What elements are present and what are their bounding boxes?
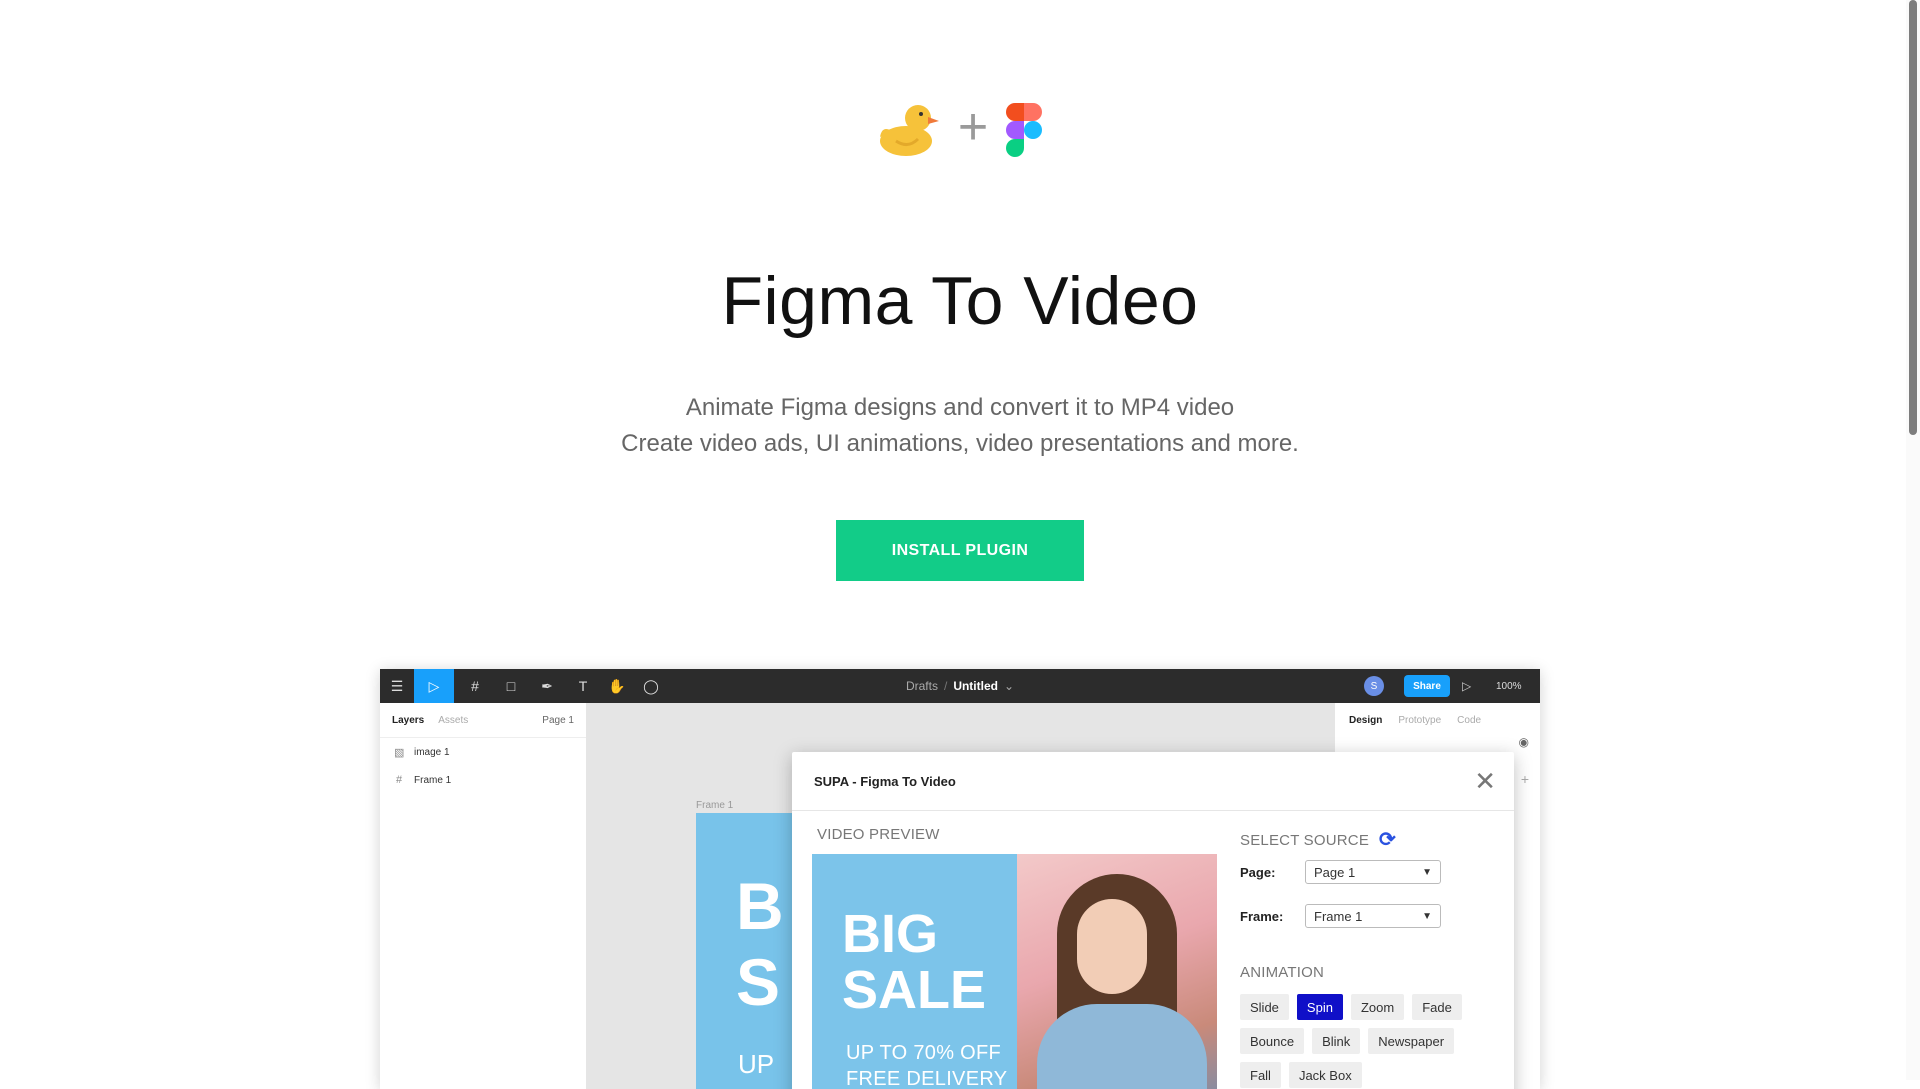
tab-code[interactable]: Code bbox=[1457, 715, 1481, 726]
frame-art-text: UP bbox=[738, 1049, 775, 1079]
preview-offer-line: UP TO 70% OFF bbox=[846, 1042, 1002, 1064]
logo-row: + bbox=[0, 98, 1920, 157]
preview-jacket bbox=[1037, 1004, 1207, 1089]
page-title: Figma To Video bbox=[721, 263, 1199, 339]
frame-select[interactable]: Frame 1 ▼ bbox=[1305, 904, 1441, 928]
plus-sign: + bbox=[957, 98, 989, 156]
animation-label: ANIMATION bbox=[1240, 964, 1325, 981]
refresh-icon[interactable]: ⟳ bbox=[1379, 830, 1396, 850]
close-icon[interactable]: ✕ bbox=[1474, 768, 1496, 794]
page-field-label: Page: bbox=[1240, 864, 1276, 880]
animation-option-zoom[interactable]: Zoom bbox=[1350, 994, 1405, 1020]
page-select[interactable]: Page 1 ▼ bbox=[1305, 860, 1441, 884]
plugin-window: SUPA - Figma To Video ✕ VIDEO PREVIEW BI… bbox=[792, 752, 1514, 1089]
layer-label: image 1 bbox=[414, 746, 450, 758]
page-scrollbar[interactable] bbox=[1906, 0, 1920, 1080]
select-source-label: SELECT SOURCE bbox=[1240, 831, 1370, 849]
figma-logo-icon bbox=[1006, 103, 1043, 157]
install-plugin-button[interactable]: INSTALL PLUGIN bbox=[836, 520, 1084, 581]
breadcrumb-separator: / bbox=[943, 679, 948, 693]
tab-design[interactable]: Design bbox=[1349, 715, 1382, 726]
tab-prototype[interactable]: Prototype bbox=[1398, 715, 1441, 726]
animation-option-bounce[interactable]: Bounce bbox=[1240, 1028, 1305, 1054]
preview-subtext: UP TO 70% OFF FREE DELIVERY bbox=[846, 1040, 1007, 1089]
frame-art-text: B bbox=[736, 869, 784, 943]
tab-assets[interactable]: Assets bbox=[438, 715, 468, 726]
frame-art-text: S bbox=[736, 945, 781, 1019]
animation-options: Slide Spin Zoom Fade Bounce Blink Newspaper Fal… bbox=[1240, 994, 1500, 1088]
figma-screenshot: ☰ ▷ # □ ✒ T ✋ ◯ Drafts / Untitled ⌄ S Sh… bbox=[380, 669, 1540, 1089]
video-preview-label: VIDEO PREVIEW bbox=[817, 826, 940, 843]
frame-field: Frame: Frame 1 ▼ bbox=[1240, 904, 1441, 928]
page-select-value: Page 1 bbox=[1314, 864, 1356, 880]
preview-big-text: BIG bbox=[842, 904, 939, 964]
select-source-header: SELECT SOURCE ⟳ bbox=[1240, 830, 1396, 850]
duck-icon bbox=[879, 105, 939, 156]
animation-option-slide[interactable]: Slide bbox=[1240, 994, 1289, 1020]
frame-field-label: Frame: bbox=[1240, 908, 1284, 924]
preview-delivery-line: FREE DELIVERY bbox=[846, 1068, 1008, 1089]
play-icon[interactable]: ▷ bbox=[1462, 669, 1471, 703]
plus-icon[interactable]: + bbox=[1521, 771, 1529, 787]
animation-option-blink[interactable]: Blink bbox=[1312, 1028, 1361, 1054]
share-button[interactable]: Share bbox=[1404, 675, 1450, 697]
layers-panel-tabs: Layers Assets Page 1 bbox=[380, 703, 586, 738]
tab-layers[interactable]: Layers bbox=[392, 715, 424, 726]
animation-option-fade[interactable]: Fade bbox=[1412, 994, 1462, 1020]
layer-item[interactable]: # Frame 1 bbox=[380, 766, 586, 794]
chevron-down-icon[interactable]: ⌄ bbox=[1004, 679, 1014, 693]
chevron-down-icon: ▼ bbox=[1422, 910, 1432, 922]
zoom-level[interactable]: 100% bbox=[1496, 669, 1522, 703]
layers-panel: Layers Assets Page 1 ▧ image 1 # Frame 1 bbox=[380, 703, 587, 1089]
subtitle-line-2: Create video ads, UI animations, video p… bbox=[621, 430, 1299, 457]
animation-option-newspaper[interactable]: Newspaper bbox=[1368, 1028, 1455, 1054]
page-selector[interactable]: Page 1 bbox=[542, 715, 574, 726]
animation-option-jack-box[interactable]: Jack Box bbox=[1288, 1062, 1362, 1088]
page-field: Page: Page 1 ▼ bbox=[1240, 860, 1441, 884]
layer-item[interactable]: ▧ image 1 bbox=[380, 738, 586, 766]
subtitle-line-1: Animate Figma designs and convert it to … bbox=[685, 394, 1235, 421]
chevron-down-icon: ▼ bbox=[1422, 866, 1432, 878]
animation-option-spin[interactable]: Spin bbox=[1296, 994, 1343, 1020]
scrollbar-thumb[interactable] bbox=[1909, 0, 1917, 435]
frame-label[interactable]: Frame 1 bbox=[696, 800, 733, 811]
frame-layer-icon: # bbox=[395, 774, 403, 786]
plugin-title: SUPA - Figma To Video bbox=[792, 752, 1514, 811]
preview-photo bbox=[1017, 854, 1217, 1089]
video-preview: BIG SALE UP TO 70% OFF FREE DELIVERY bbox=[812, 854, 1217, 1089]
avatar[interactable]: S bbox=[1364, 676, 1384, 696]
figma-toolbar: ☰ ▷ # □ ✒ T ✋ ◯ Drafts / Untitled ⌄ S Sh… bbox=[380, 669, 1540, 703]
layer-label: Frame 1 bbox=[414, 774, 452, 786]
properties-tabs: Design Prototype Code bbox=[1335, 703, 1540, 737]
animation-option-fall[interactable]: Fall bbox=[1240, 1062, 1281, 1088]
preview-face bbox=[1077, 899, 1147, 994]
eye-icon[interactable]: ◉ bbox=[1519, 735, 1529, 749]
page-subtitle: Animate Figma designs and convert it to … bbox=[0, 390, 1920, 462]
preview-sale-text: SALE bbox=[842, 960, 987, 1020]
breadcrumb-drafts[interactable]: Drafts bbox=[906, 679, 938, 693]
frame-select-value: Frame 1 bbox=[1314, 908, 1363, 924]
file-name[interactable]: Untitled bbox=[953, 679, 998, 693]
image-layer-icon: ▧ bbox=[394, 746, 405, 759]
preview-headline: BIG SALE bbox=[842, 906, 986, 1018]
